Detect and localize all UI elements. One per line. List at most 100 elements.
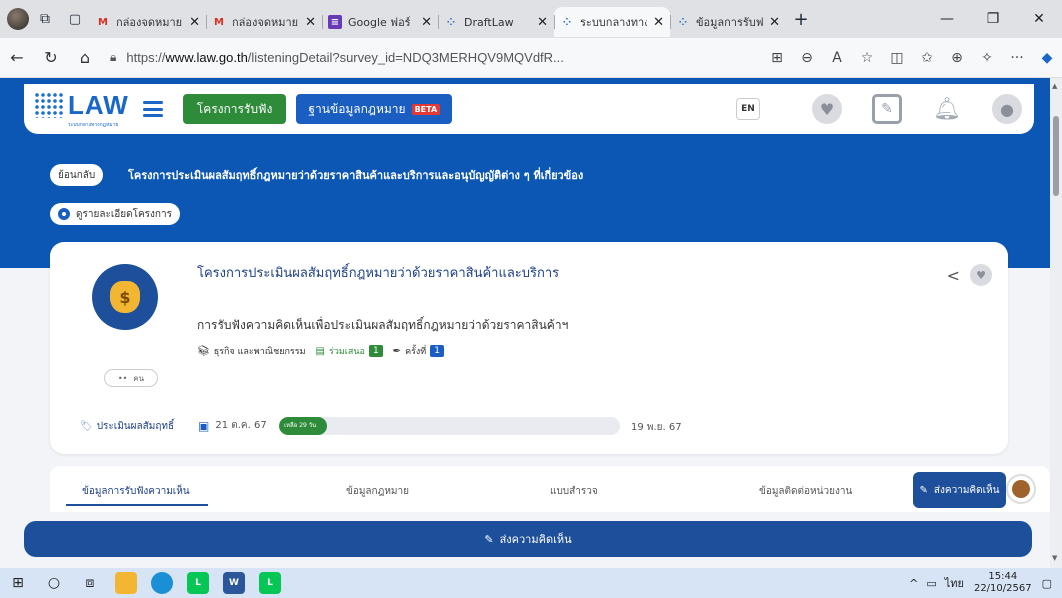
start-windows-icon[interactable]: ⊞ <box>0 568 36 598</box>
extensions-icon[interactable]: ✧ <box>972 43 1002 73</box>
close-tab-icon[interactable]: ✕ <box>537 15 548 30</box>
new-tab-button[interactable]: + <box>786 0 816 38</box>
tab-label: กล่องจดหมาย <box>232 16 299 29</box>
user-avatar-icon: ● <box>992 94 1022 124</box>
notification-center-icon[interactable]: ▢ <box>1042 577 1052 590</box>
task-view-icon[interactable]: ⧈ <box>72 568 108 598</box>
gmail-icon: M <box>98 16 108 28</box>
tab-label: ระบบกลางทาง <box>580 16 648 29</box>
listening-projects-button[interactable]: โครงการรับฟัง <box>182 94 287 124</box>
tab-label: DraftLaw <box>464 15 514 29</box>
close-tab-icon[interactable]: ✕ <box>421 15 432 30</box>
close-tab-icon[interactable]: ✕ <box>305 15 316 30</box>
google-forms-icon: ≡ <box>328 15 342 29</box>
scrollbar-thumb[interactable] <box>1053 116 1059 196</box>
scroll-up-icon[interactable]: ▲ <box>1052 82 1057 90</box>
send-comment-label: ส่งความคิดเห็น <box>933 484 1000 496</box>
edge-icon[interactable] <box>144 568 180 598</box>
url-input[interactable]: 🔒︎ https://www.law.go.th/listeningDetail… <box>102 43 762 73</box>
browser-tab-bar: ⧉ ▢ M กล่องจดหมาย ✕ M กล่องจดหมาย ✕ ≡ Go… <box>0 0 1062 38</box>
close-tab-icon[interactable]: ✕ <box>653 15 664 30</box>
search-circle-icon[interactable]: ○ <box>36 568 72 598</box>
law-icon: ⁘ <box>562 16 572 28</box>
scroll-down-icon[interactable]: ▼ <box>1052 554 1057 562</box>
close-tab-icon[interactable]: ✕ <box>769 15 780 30</box>
split-screen-icon[interactable]: ◫ <box>882 43 912 73</box>
more-menu-icon[interactable]: ··· <box>1002 43 1032 73</box>
file-explorer-icon[interactable] <box>108 568 144 598</box>
feedback-button[interactable]: ✎ <box>870 92 904 126</box>
close-tab-icon[interactable]: ✕ <box>189 15 200 30</box>
profile-avatar <box>7 8 29 30</box>
minimize-icon[interactable]: — <box>924 0 970 38</box>
read-aloud-icon[interactable]: A <box>822 43 852 73</box>
zoom-icon[interactable]: ⊖ <box>792 43 822 73</box>
project-type: 🏷︎ ประเมินผลสัมฤทธิ์ <box>80 419 174 434</box>
profile-button[interactable] <box>0 0 30 38</box>
input-language[interactable]: ไทย <box>945 574 964 592</box>
edit-icon: ✎ <box>919 484 928 496</box>
tray-chevron-icon[interactable]: ^ <box>909 577 918 590</box>
joined-count-badge: 1 <box>368 345 383 357</box>
language-toggle[interactable]: EN <box>736 98 760 120</box>
favorites-heart-button[interactable]: ♥ <box>810 92 844 126</box>
favorites-icon[interactable]: ✩ <box>912 43 942 73</box>
share-icon[interactable]: < <box>947 266 960 285</box>
close-window-icon[interactable]: ✕ <box>1016 0 1062 38</box>
view-project-details-button[interactable]: ดูรายละเอียดโครงการ <box>50 203 180 225</box>
url-prefix: https:// <box>126 50 166 65</box>
hamburger-menu-icon[interactable] <box>142 101 163 117</box>
calendar-icon: ▣ <box>198 418 210 433</box>
back-arrow-icon[interactable]: ← <box>0 41 34 75</box>
copilot-icon[interactable]: ◆ <box>1032 43 1062 73</box>
bell-icon: 🔔︎ <box>933 96 961 122</box>
notifications-button[interactable]: 🔔︎ <box>930 92 964 126</box>
project-card: $ •• คน โครงการประเมินผลสัมฤทธิ์กฎหมายว่า… <box>50 242 1008 454</box>
clock-date: 22/10/2567 <box>973 583 1032 594</box>
word-icon[interactable]: W <box>216 568 252 598</box>
send-comment-button-small[interactable]: ✎ ส่งความคิดเห็น <box>913 472 1006 508</box>
tab-law-info[interactable]: ข้อมูลกฎหมาย <box>346 484 409 499</box>
page-scrollbar[interactable]: ▲ ▼ <box>1050 78 1062 568</box>
lock-icon: 🔒︎ <box>110 50 117 64</box>
tab-listening-info[interactable]: ข้อมูลการรับฟังความเห็น <box>82 484 190 499</box>
restore-icon[interactable]: ❐ <box>970 0 1016 38</box>
send-comment-label: ส่งความคิดเห็น <box>499 533 572 546</box>
line-icon[interactable]: L <box>252 568 288 598</box>
card-subtitle: การรับฟังความคิดเห็นเพื่อประเมินผลสัมฤทธ… <box>197 318 569 332</box>
logo-subtitle: ระบบกลางทางกฎหมาย <box>68 121 119 128</box>
tab-survey[interactable]: แบบสำรวจ <box>550 484 598 499</box>
browser-tab-law-active[interactable]: ⁘ ระบบกลางทาง ✕ <box>554 7 670 37</box>
back-button[interactable]: ย้อนกลับ <box>50 164 104 186</box>
browser-tab-law-info[interactable]: ⁘ ข้อมูลการรับฟ ✕ <box>670 7 786 37</box>
user-account-button[interactable]: ● <box>990 92 1024 126</box>
network-icon[interactable]: ▭ <box>926 577 936 590</box>
system-clock[interactable]: 15:44 22/10/2567 <box>974 571 1032 595</box>
send-comment-button[interactable]: ✎ ส่งความคิดเห็น <box>24 521 1032 557</box>
law-logo[interactable]: LAW ระบบกลางทางกฎหมาย <box>34 90 129 129</box>
browser-tab-gmail-2[interactable]: M กล่องจดหมาย ✕ <box>206 7 322 37</box>
detail-tabs: ข้อมูลการรับฟังความเห็น ข้อมูลกฎหมาย แบบ… <box>50 466 1050 512</box>
line-icon[interactable]: L <box>180 568 216 598</box>
listening-projects-label: โครงการรับฟัง <box>196 101 273 116</box>
card-title[interactable]: โครงการประเมินผลสัมฤทธิ์กฎหมายว่าด้วยราค… <box>197 262 559 283</box>
browser-tab-gmail-1[interactable]: M กล่องจดหมาย ✕ <box>90 7 206 37</box>
address-bar-row: ← ↻ ⌂ 🔒︎ https://www.law.go.th/listening… <box>0 38 1062 78</box>
browser-tab-google-forms[interactable]: ≡ Google ฟอร์ ✕ <box>322 7 438 37</box>
home-icon[interactable]: ⌂ <box>68 41 102 75</box>
joined-label: ร่วมเสนอ <box>328 347 365 357</box>
heart-icon[interactable]: ♥ <box>970 264 992 286</box>
collections-icon[interactable]: ⊕ <box>942 43 972 73</box>
refresh-icon[interactable]: ↻ <box>34 41 68 75</box>
workspaces-icon[interactable]: ⧉ <box>30 0 60 38</box>
favorite-star-icon[interactable]: ☆ <box>852 43 882 73</box>
law-database-button[interactable]: ฐานข้อมูลกฎหมาย BETA <box>296 94 453 124</box>
tab-actions-icon[interactable]: ▢ <box>60 0 90 38</box>
chat-mascot-icon[interactable] <box>1006 474 1036 504</box>
browser-tab-draftlaw[interactable]: ⁘ DraftLaw ✕ <box>438 7 554 37</box>
end-date: 19 พ.ย. 67 <box>631 422 682 433</box>
project-main-title: โครงการประเมินผลสัมฤทธิ์กฎหมายว่าด้วยราค… <box>128 169 584 182</box>
view-project-details-label: ดูรายละเอียดโครงการ <box>76 208 172 220</box>
tab-agency-contact[interactable]: ข้อมูลติดต่อหน่วยงาน <box>759 484 852 499</box>
app-available-icon[interactable]: ⊞ <box>762 43 792 73</box>
